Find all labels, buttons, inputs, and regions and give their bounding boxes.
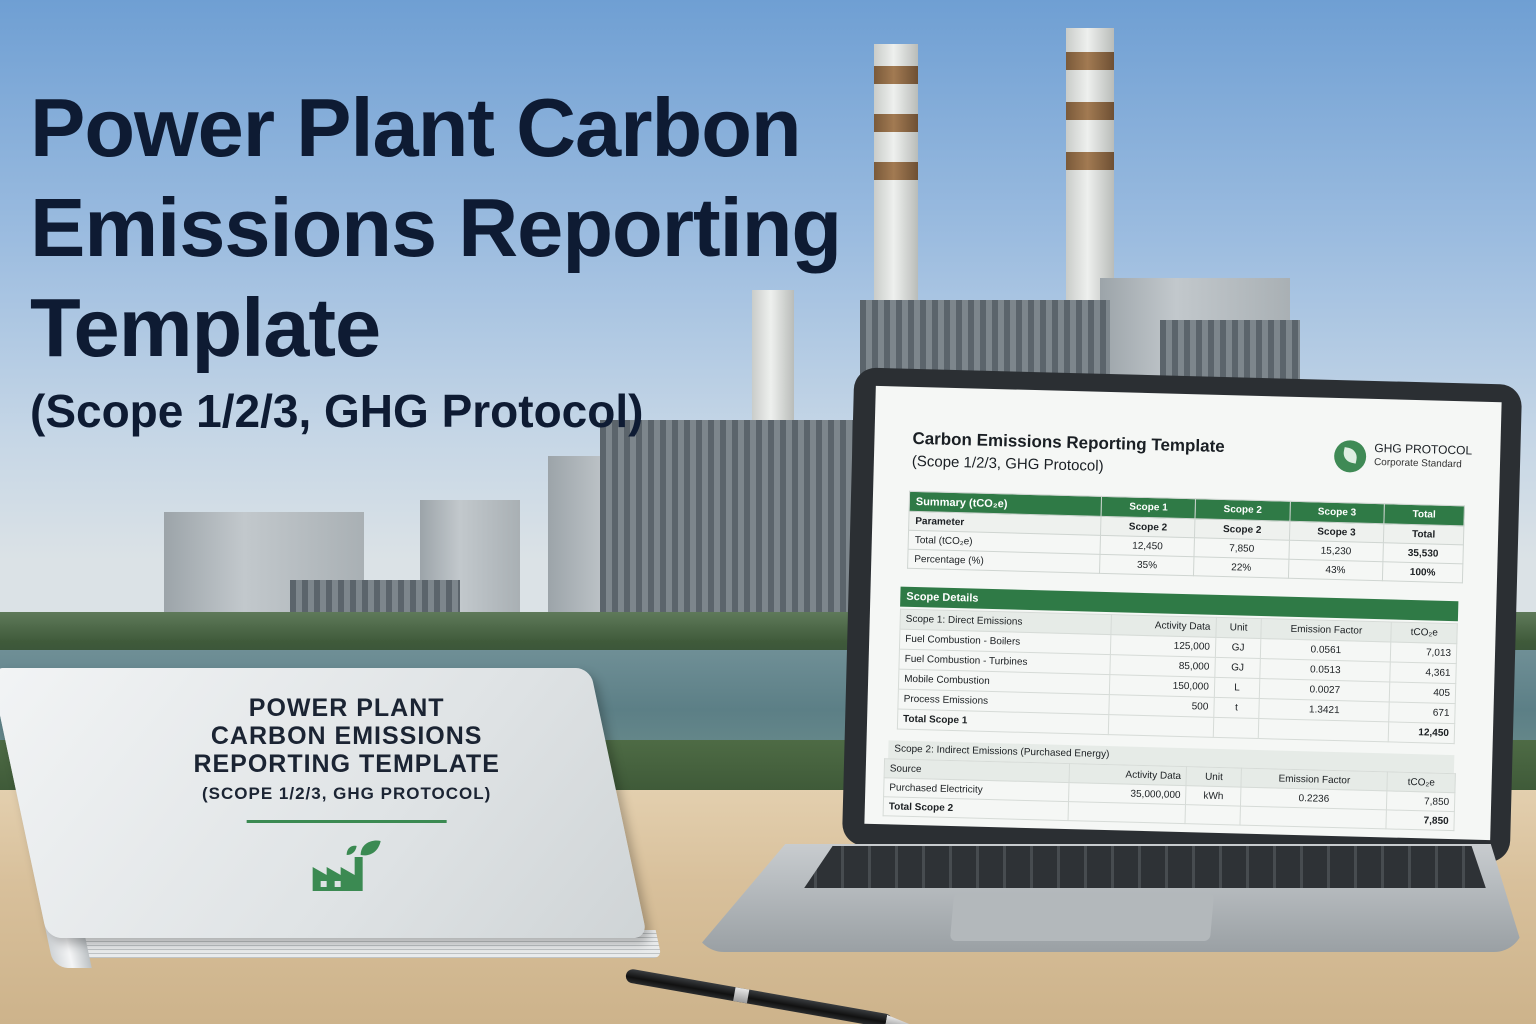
headline-subtitle: (Scope 1/2/3, GHG Protocol) <box>30 385 644 437</box>
table-cell: 405 <box>1389 681 1456 704</box>
table-cell <box>1213 717 1259 739</box>
table-cell: L <box>1214 677 1260 699</box>
laptop-trackpad <box>949 893 1215 941</box>
table-cell: 500 <box>1108 694 1215 718</box>
table-cell <box>1067 801 1186 824</box>
factory-leaf-icon <box>312 840 381 891</box>
table-cell: 4,361 <box>1390 661 1457 684</box>
table-cell: 15,230 <box>1288 540 1384 562</box>
ghg-badge: GHG PROTOCOL Corporate Standard <box>1333 438 1485 478</box>
binder: POWER PLANT CARBON EMISSIONS REPORTING T… <box>0 668 670 988</box>
screen-subtitle: (Scope 1/2/3, GHG Protocol) <box>911 452 1104 475</box>
binder-title-line: POWER PLANT <box>248 694 445 722</box>
binder-divider <box>246 820 447 823</box>
table-cell <box>1185 804 1241 826</box>
headline-line: Emissions Reporting <box>30 181 842 274</box>
table-cell: 12,450 <box>1388 721 1455 744</box>
table-cell: Scope 2 <box>1194 518 1290 541</box>
table-cell: 7,850 <box>1386 809 1455 831</box>
summary-table: Summary (tCO₂e) Scope 1 Scope 2 Scope 3 … <box>907 491 1465 584</box>
table-header-cell: Activity Data <box>1110 614 1217 638</box>
table-cell: GJ <box>1214 657 1261 679</box>
table-header-cell: tCO₂e <box>1391 621 1458 644</box>
table-cell: 22% <box>1193 556 1289 579</box>
binder-title-line: REPORTING TEMPLATE <box>193 750 500 778</box>
table-header-cell: Total <box>1383 503 1465 526</box>
table-cell <box>1240 806 1387 829</box>
table-cell: 125,000 <box>1110 634 1216 658</box>
table-cell: 7,850 <box>1194 537 1290 560</box>
table-header-cell: Scope 1 <box>1101 496 1196 519</box>
table-cell: 35% <box>1099 554 1195 576</box>
binder-title-line: CARBON EMISSIONS <box>210 722 483 750</box>
table-cell: GJ <box>1215 637 1261 659</box>
table-header-cell: Unit <box>1186 766 1242 788</box>
table-header-cell: Scope 2 <box>1195 498 1291 522</box>
table-cell: Total <box>1383 523 1464 545</box>
screen-title: Carbon Emissions Reporting Template <box>912 428 1225 457</box>
scope1-table: Scope 1: Direct Emissions Activity Data … <box>897 609 1458 745</box>
table-header-cell: Unit <box>1215 617 1262 639</box>
table-cell: 35,530 <box>1382 542 1464 564</box>
binder-label: POWER PLANT CARBON EMISSIONS REPORTING T… <box>137 694 557 893</box>
table-cell: 7,850 <box>1386 790 1455 812</box>
table-cell: Percentage (%) <box>907 549 1101 574</box>
headline: Power Plant Carbon Emissions Reporting T… <box>30 78 860 440</box>
table-cell: 7,013 <box>1390 641 1457 664</box>
headline-line: Power Plant Carbon <box>30 81 802 174</box>
table-cell: 671 <box>1389 701 1456 724</box>
table-cell: 85,000 <box>1109 654 1216 678</box>
binder-cover: POWER PLANT CARBON EMISSIONS REPORTING T… <box>0 668 648 938</box>
headline-line: Template <box>30 281 381 374</box>
table-cell: Total Scope 1 <box>897 709 1109 735</box>
table-cell: t <box>1213 697 1260 719</box>
table-cell: kWh <box>1185 785 1242 807</box>
table-header-cell: Scope 3 <box>1289 501 1385 524</box>
laptop-keyboard <box>804 846 1486 888</box>
leaf-icon <box>1333 439 1367 473</box>
laptop-screen: Carbon Emissions Reporting Template (Sco… <box>864 385 1502 841</box>
table-cell: Total Scope 2 <box>883 796 1069 821</box>
table-cell <box>1258 718 1390 742</box>
table-cell: Scope 2 <box>1100 516 1196 538</box>
ghg-badge-name: GHG PROTOCOL <box>1374 440 1473 458</box>
table-cell: 150,000 <box>1109 674 1215 698</box>
table-cell <box>1108 714 1214 738</box>
table-cell: Scope 3 <box>1289 521 1384 543</box>
table-cell: 100% <box>1382 561 1463 583</box>
table-cell: 12,450 <box>1100 535 1195 557</box>
ghg-badge-standard: Corporate Standard <box>1373 456 1462 471</box>
pen-band <box>733 987 750 1004</box>
binder-subtitle: (SCOPE 1/2/3, GHG PROTOCOL) <box>202 784 492 803</box>
table-cell: 43% <box>1288 559 1383 581</box>
table-header-cell: tCO₂e <box>1387 771 1456 793</box>
